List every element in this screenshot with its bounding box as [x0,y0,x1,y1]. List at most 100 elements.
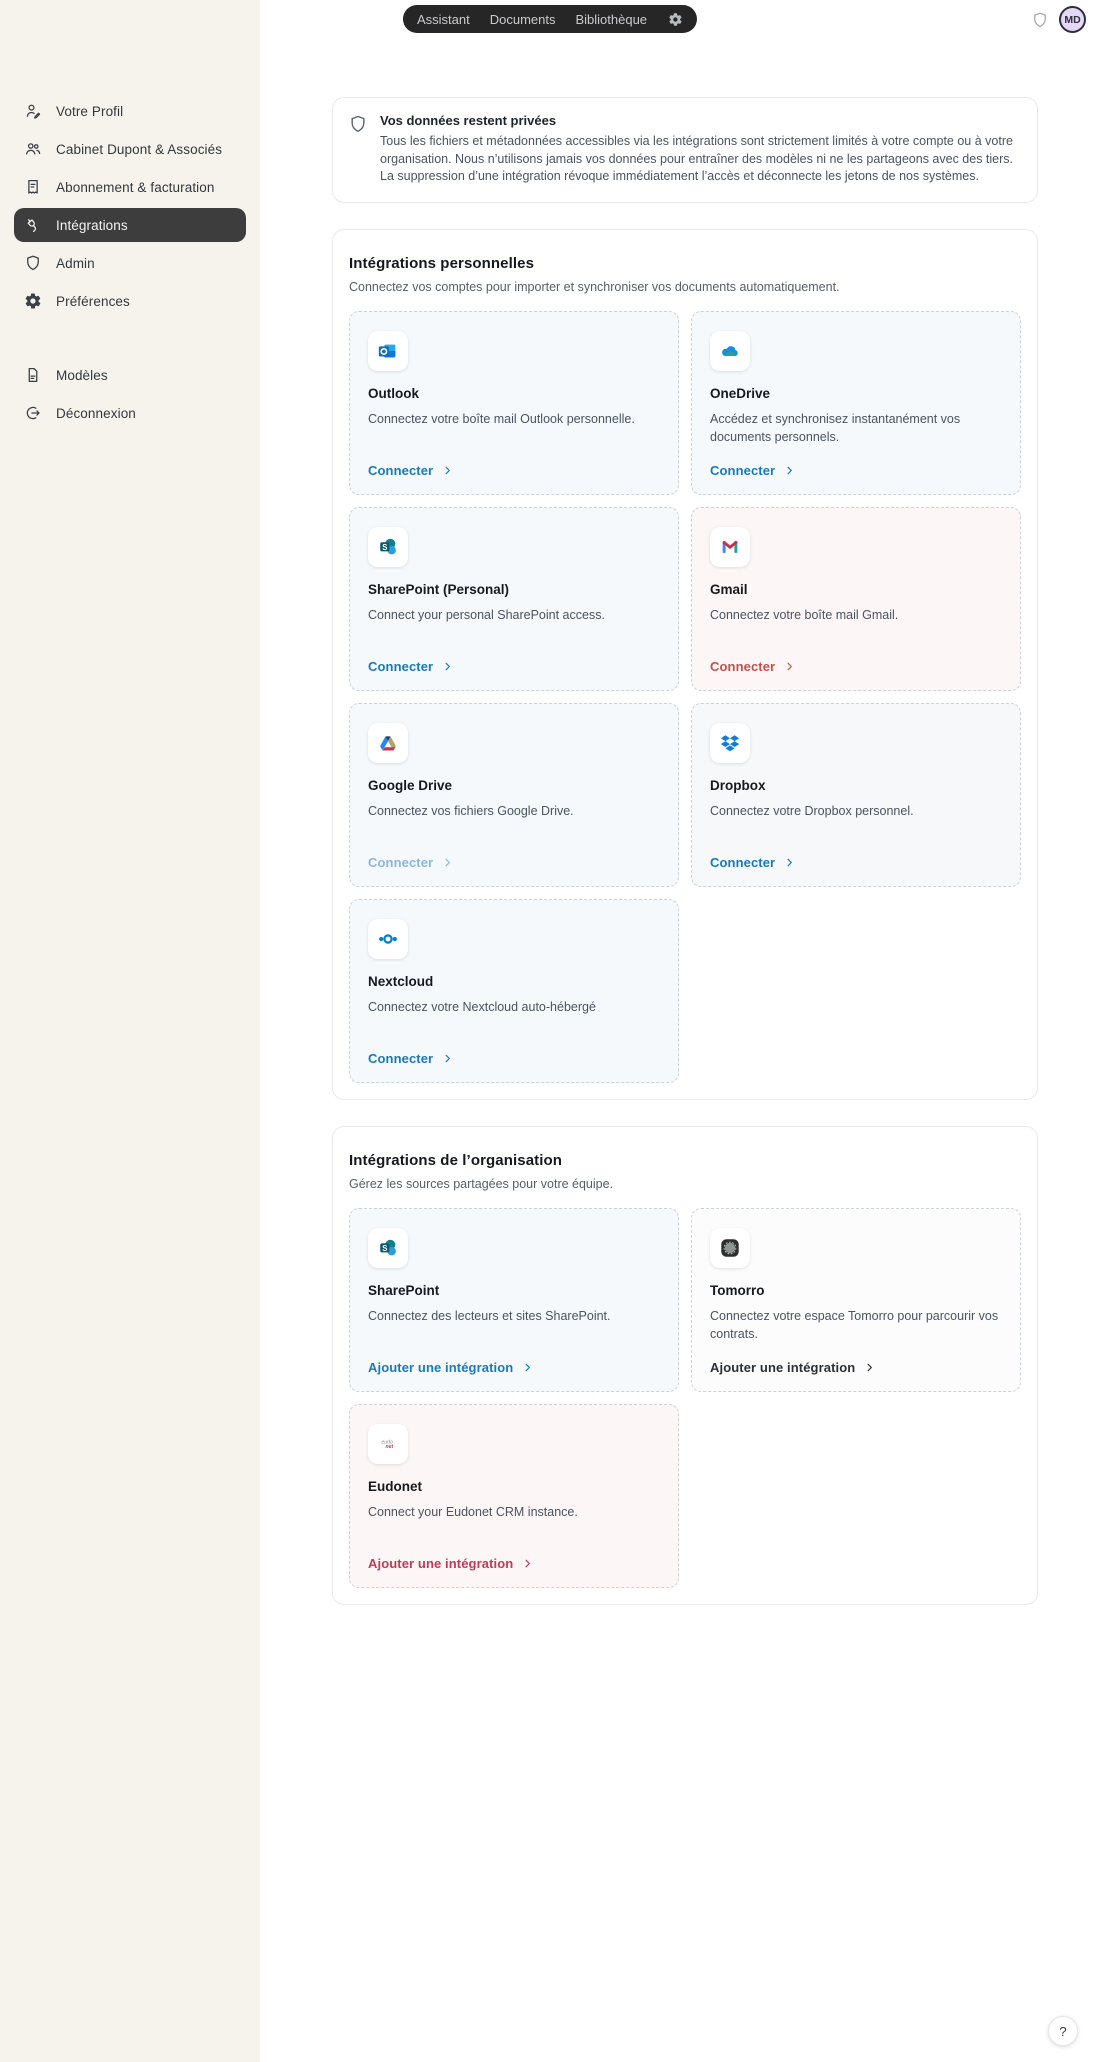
integration-description: Connectez votre boîte mail Gmail. [710,606,898,624]
integration-name: SharePoint (Personal) [368,582,509,597]
sharepoint-logo: S [368,1228,408,1268]
sidebar-item-votre-profil[interactable]: Votre Profil [14,94,246,128]
chevron-right-icon [442,661,453,672]
integration-description: Connectez votre espace Tomorro pour parc… [710,1307,1004,1343]
integration-name: Outlook [368,386,419,401]
integration-description: Connectez votre Dropbox personnel. [710,802,914,820]
connecter-link-outlook[interactable]: Connecter [368,463,453,478]
sidebar-item-integrations[interactable]: Intégrations [14,208,246,242]
ajouter-une-integration-link-eudonet[interactable]: Ajouter une intégration [368,1556,533,1571]
privacy-title: Vos données restent privées [380,113,1017,128]
connecter-link-sharepoint-personal[interactable]: Connecter [368,659,453,674]
logout-icon [24,404,42,422]
users-icon [24,140,42,158]
integration-name: Google Drive [368,778,452,793]
outlook-logo [368,331,408,371]
sidebar-item-label: Abonnement & facturation [56,180,215,195]
section-subtitle: Gérez les sources partagées pour votre é… [349,1177,1021,1191]
integration-description: Connect your personal SharePoint access. [368,606,605,624]
section-title: Intégrations de l’organisation [349,1152,1021,1169]
eudonet-logo: eudonet [368,1424,408,1464]
integration-name: SharePoint [368,1283,439,1298]
help-button[interactable]: ? [1048,2016,1078,2046]
sidebar-item-label: Modèles [56,368,108,383]
nextcloud-logo [368,919,408,959]
integration-card-google-drive: Google Drive Connectez vos fichiers Goog… [349,703,679,887]
sidebar-gap [14,322,246,358]
sidebar-item-label: Cabinet Dupont & Associés [56,142,222,157]
sidebar-item-label: Déconnexion [56,406,136,421]
integration-card-eudonet: eudonet Eudonet Connect your Eudonet CRM… [349,1404,679,1588]
sidebar-item-deconnexion[interactable]: Déconnexion [14,396,246,430]
sidebar-main-list: Votre Profil Cabinet Dupont & Associés A… [14,94,246,318]
shield-icon [348,114,368,134]
sidebar-item-admin[interactable]: Admin [14,246,246,280]
integrations-section: Intégrations de l’organisation Gérez les… [332,1126,1038,1605]
sidebar-item-label: Votre Profil [56,104,123,119]
ajouter-une-integration-link-sharepoint[interactable]: Ajouter une intégration [368,1360,533,1375]
integration-name: Nextcloud [368,974,433,989]
card-grid: Outlook Connectez votre boîte mail Outlo… [349,311,1021,1083]
chevron-right-icon [864,1362,875,1373]
integration-card-sharepoint-personal: S SharePoint (Personal) Connect your per… [349,507,679,691]
settings-sidebar: Votre Profil Cabinet Dupont & Associés A… [0,0,260,2062]
gmail-logo [710,527,750,567]
section-title: Intégrations personnelles [349,255,1021,272]
chevron-right-icon [522,1558,533,1569]
integration-name: Dropbox [710,778,766,793]
integration-card-outlook: Outlook Connectez votre boîte mail Outlo… [349,311,679,495]
integration-card-tomorro: Tomorro Connectez votre espace Tomorro p… [691,1208,1021,1392]
chevron-right-icon [784,857,795,868]
svg-text:net: net [386,1444,394,1450]
chevron-right-icon [442,1053,453,1064]
privacy-body: Tous les fichiers et métadonnées accessi… [380,133,1017,186]
topbar-right-cluster: MD [1031,6,1086,33]
svg-text:S: S [382,1243,387,1252]
integrations-page: Vos données restent privées Tous les fic… [332,0,1038,1605]
sidebar-item-preferences[interactable]: Préférences [14,284,246,318]
ajouter-une-integration-link-tomorro[interactable]: Ajouter une intégration [710,1360,875,1375]
connecter-link-nextcloud[interactable]: Connecter [368,1051,453,1066]
integration-description: Accédez et synchronisez instantanément v… [710,410,1004,446]
chevron-right-icon [522,1362,533,1373]
sections-container: Intégrations personnelles Connectez vos … [332,229,1038,1605]
sidebar-item-cabinet-dupont-associes[interactable]: Cabinet Dupont & Associés [14,132,246,166]
integration-card-nextcloud: Nextcloud Connectez votre Nextcloud auto… [349,899,679,1083]
card-grid: S SharePoint Connectez des lecteurs et s… [349,1208,1021,1588]
connecter-link-dropbox[interactable]: Connecter [710,855,795,870]
integration-card-dropbox: Dropbox Connectez votre Dropbox personne… [691,703,1021,887]
plug-icon [24,216,42,234]
integration-description: Connectez votre Nextcloud auto-hébergé [368,998,596,1016]
svg-text:S: S [382,542,387,551]
integration-description: Connectez des lecteurs et sites SharePoi… [368,1307,611,1325]
integration-card-sharepoint: S SharePoint Connectez des lecteurs et s… [349,1208,679,1392]
integration-name: Tomorro [710,1283,765,1298]
dropbox-logo [710,723,750,763]
avatar[interactable]: MD [1059,6,1086,33]
user-edit-icon [24,102,42,120]
integration-name: OneDrive [710,386,770,401]
sidebar-item-label: Admin [56,256,95,271]
chevron-right-icon [442,857,453,868]
section-subtitle: Connectez vos comptes pour importer et s… [349,280,1021,294]
connecter-link-onedrive[interactable]: Connecter [710,463,795,478]
privacy-notice-text: Vos données restent privées Tous les fic… [380,113,1017,186]
sidebar-item-modeles[interactable]: Modèles [14,358,246,392]
sidebar-item-label: Intégrations [56,218,128,233]
tomorro-logo [710,1228,750,1268]
sidebar-item-label: Préférences [56,294,130,309]
chevron-right-icon [784,661,795,672]
integration-description: Connectez vos fichiers Google Drive. [368,802,574,820]
integrations-section: Intégrations personnelles Connectez vos … [332,229,1038,1100]
privacy-notice: Vos données restent privées Tous les fic… [332,97,1038,203]
gdrive-logo [368,723,408,763]
integration-card-gmail: Gmail Connectez votre boîte mail Gmail. … [691,507,1021,691]
integration-description: Connect your Eudonet CRM instance. [368,1503,578,1521]
sidebar-secondary-list: Modèles Déconnexion [14,358,246,430]
shield-icon [24,254,42,272]
chevron-right-icon [784,465,795,476]
document-icon [24,366,42,384]
connecter-link-gmail[interactable]: Connecter [710,659,795,674]
sidebar-item-abonnement-facturation[interactable]: Abonnement & facturation [14,170,246,204]
connecter-link-google-drive[interactable]: Connecter [368,855,453,870]
